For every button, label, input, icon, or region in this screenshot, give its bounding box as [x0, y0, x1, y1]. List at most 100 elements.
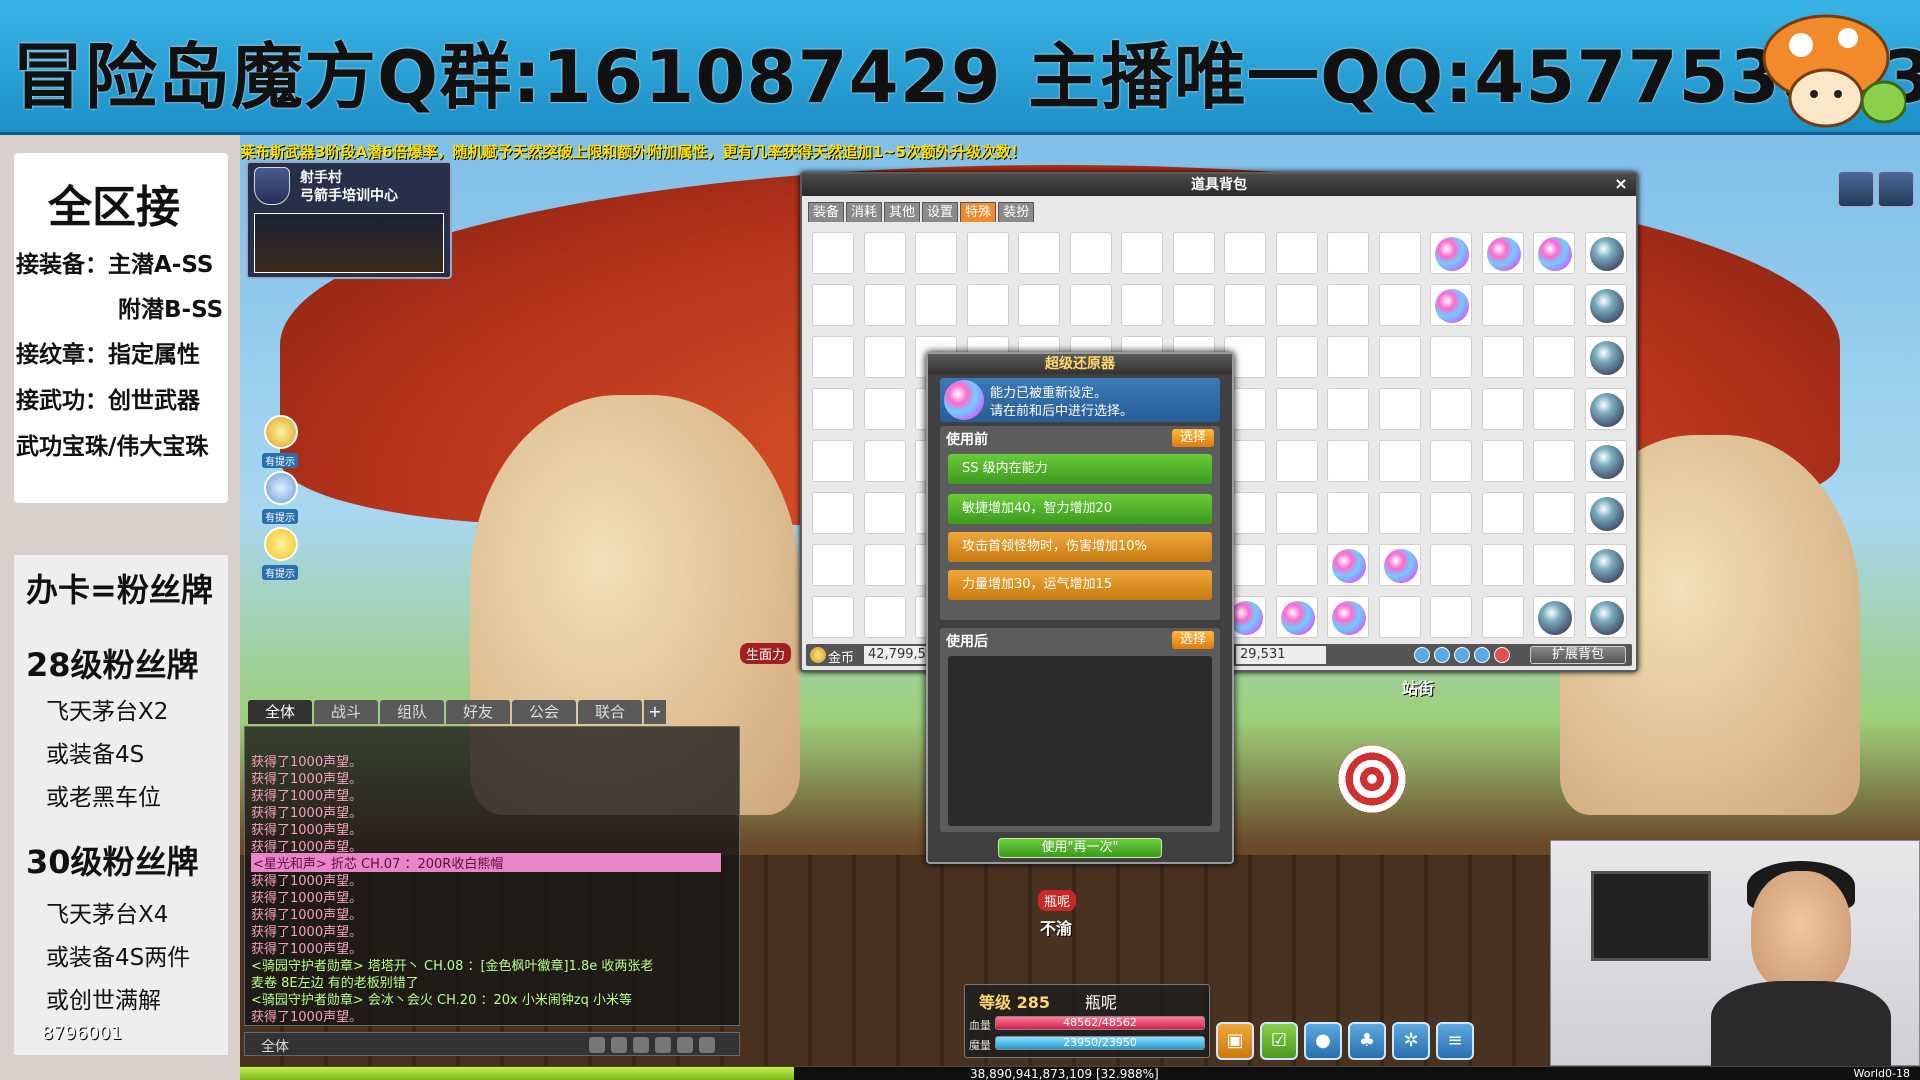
inventory-slot[interactable]	[1584, 284, 1627, 326]
inventory-slot[interactable]	[1327, 440, 1369, 482]
inventory-slot[interactable]	[1275, 284, 1318, 326]
consumable-item-icon[interactable]	[1589, 497, 1624, 531]
inventory-slot[interactable]	[1430, 232, 1472, 274]
inventory-slot[interactable]	[812, 544, 854, 586]
inventory-slot[interactable]	[1275, 440, 1318, 482]
inventory-slot[interactable]	[1533, 440, 1575, 482]
inventory-slot[interactable]	[1327, 336, 1369, 378]
inventory-slot[interactable]	[1481, 388, 1524, 430]
inventory-slot[interactable]	[966, 284, 1009, 326]
settings-icon[interactable]	[699, 1037, 715, 1053]
inventory-slot[interactable]	[863, 284, 906, 326]
inventory-slot[interactable]	[1430, 336, 1472, 378]
inventory-slot[interactable]	[1533, 492, 1575, 534]
lightbulb-icon[interactable]	[264, 471, 298, 505]
tab-cash[interactable]: 特殊	[960, 202, 997, 222]
inventory-slot[interactable]	[812, 440, 854, 482]
retry-button[interactable]: 使用"再一次"	[998, 838, 1162, 858]
inventory-slot[interactable]	[1378, 492, 1421, 534]
chat-tab-alliance[interactable]: 联合	[578, 700, 642, 724]
close-icon[interactable]: ×	[1612, 175, 1630, 193]
inventory-slot[interactable]	[1481, 544, 1524, 586]
inventory-slot[interactable]	[1533, 232, 1575, 274]
consumable-item-icon[interactable]	[1589, 601, 1624, 635]
inventory-slot[interactable]	[915, 284, 957, 326]
gear-icon[interactable]	[1414, 647, 1430, 663]
inventory-slot[interactable]	[1121, 284, 1163, 326]
inventory-slot[interactable]	[1533, 388, 1575, 430]
minimap[interactable]: 射手村 弓箭手培训中心	[246, 161, 452, 279]
inventory-slot[interactable]	[863, 596, 906, 638]
cube-dialog[interactable]: 超级还原器 能力已被重新设定。 请在前和后中进行选择。 使用前 选择 SS 级内…	[926, 352, 1234, 864]
inventory-slot[interactable]	[1327, 492, 1369, 534]
help-icon[interactable]	[655, 1037, 671, 1053]
calendar-icon[interactable]: ☑	[1260, 1022, 1298, 1060]
inventory-slot[interactable]	[1430, 492, 1472, 534]
magnifier-icon[interactable]	[1474, 647, 1490, 663]
cube-item-icon[interactable]	[1383, 549, 1418, 583]
expand-inventory-button[interactable]: 扩展背包	[1530, 646, 1626, 664]
consumable-item-icon[interactable]	[1589, 289, 1624, 323]
inventory-slot[interactable]	[812, 336, 854, 378]
inventory-slot[interactable]	[1533, 596, 1575, 638]
font-size-icon[interactable]	[677, 1037, 693, 1053]
inventory-slot[interactable]	[1275, 336, 1318, 378]
inventory-slot[interactable]	[915, 232, 957, 274]
consumable-item-icon[interactable]	[1538, 601, 1572, 635]
inventory-slot[interactable]	[1430, 388, 1472, 430]
tab-etc[interactable]: 其他	[884, 202, 921, 222]
tab-cosmetic[interactable]: 装扮	[998, 202, 1035, 222]
inventory-slot[interactable]	[1430, 544, 1472, 586]
chat-option-icon[interactable]	[633, 1037, 649, 1053]
inventory-slot[interactable]	[1172, 284, 1215, 326]
lightbulb-icon[interactable]	[264, 415, 298, 449]
inventory-slot[interactable]	[1481, 336, 1524, 378]
gear-icon[interactable]: ✲	[1392, 1022, 1430, 1060]
chat-tab-party[interactable]: 组队	[380, 700, 444, 724]
chat-channel-label[interactable]: 全体	[261, 1036, 289, 1056]
tab-equip[interactable]: 装备	[808, 202, 845, 222]
inventory-slot[interactable]	[863, 388, 906, 430]
chat-tab-guild[interactable]: 公会	[512, 700, 576, 724]
inventory-slot[interactable]	[812, 232, 854, 274]
inventory-slot[interactable]	[1584, 232, 1627, 274]
inventory-slot[interactable]	[1378, 336, 1421, 378]
cube-item-icon[interactable]	[1435, 289, 1469, 323]
inventory-slot[interactable]	[1224, 284, 1266, 326]
inventory-slot[interactable]	[1584, 596, 1627, 638]
add-chat-tab-button[interactable]: +	[644, 700, 666, 724]
inventory-slot[interactable]	[1069, 284, 1112, 326]
star-icon[interactable]	[264, 527, 298, 561]
inventory-slot[interactable]	[1584, 440, 1627, 482]
inventory-slot[interactable]	[1584, 544, 1627, 586]
inventory-slot[interactable]	[1481, 596, 1524, 638]
select-before-button[interactable]: 选择	[1172, 429, 1214, 447]
tab-setup[interactable]: 设置	[922, 202, 959, 222]
inventory-slot[interactable]	[1584, 336, 1627, 378]
inventory-slot[interactable]	[1533, 544, 1575, 586]
cube-item-icon[interactable]	[1280, 601, 1315, 635]
inventory-slot[interactable]	[1327, 232, 1369, 274]
inventory-slot[interactable]	[863, 544, 906, 586]
cube-item-icon[interactable]	[1435, 237, 1469, 271]
consumable-item-icon[interactable]	[1589, 237, 1624, 271]
inventory-slot[interactable]	[1481, 232, 1524, 274]
inventory-slot[interactable]	[1481, 440, 1524, 482]
inventory-slot[interactable]	[1275, 596, 1318, 638]
trash-icon[interactable]	[1494, 647, 1510, 663]
inventory-slot[interactable]	[1018, 284, 1060, 326]
inventory-slot[interactable]	[863, 336, 906, 378]
inventory-slot[interactable]	[1533, 284, 1575, 326]
chat-option-icon[interactable]	[611, 1037, 627, 1053]
inventory-slot[interactable]	[1378, 596, 1421, 638]
inventory-slot[interactable]	[1430, 284, 1472, 326]
inventory-slot[interactable]	[863, 492, 906, 534]
chat-log[interactable]: 获得了1000声望。 获得了1000声望。 获得了1000声望。 获得了1000声望。…	[244, 726, 740, 1026]
inventory-slot[interactable]	[812, 596, 854, 638]
inventory-slot[interactable]	[1584, 492, 1627, 534]
inventory-slot[interactable]	[1224, 232, 1266, 274]
inventory-slot[interactable]	[1481, 284, 1524, 326]
inventory-slot[interactable]	[1430, 596, 1472, 638]
inventory-slot[interactable]	[1275, 492, 1318, 534]
consumable-item-icon[interactable]	[1589, 341, 1624, 375]
